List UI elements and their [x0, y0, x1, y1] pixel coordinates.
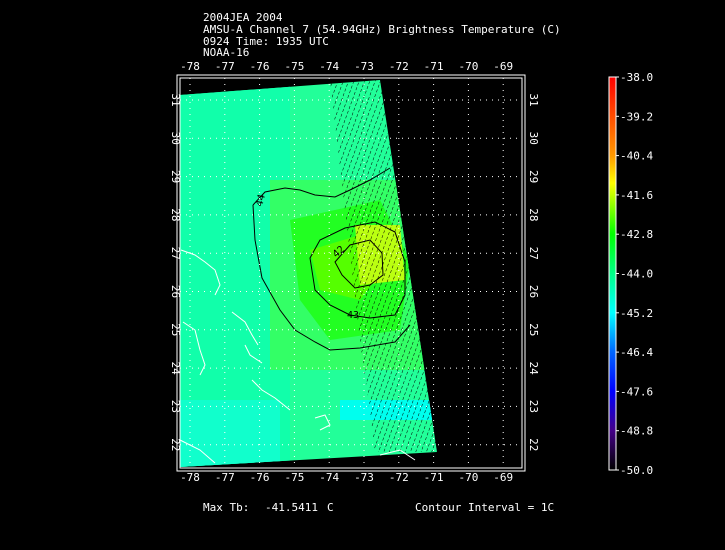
lon-tick-label: -77	[215, 471, 235, 484]
lat-tick-label: 28	[527, 208, 540, 221]
lat-tick-label: 26	[527, 285, 540, 298]
lat-tick-label: 24	[527, 361, 540, 375]
lat-tick-label: 27	[527, 247, 540, 260]
lat-tick-label: 27	[169, 247, 182, 260]
lat-tick-label: 30	[169, 132, 182, 145]
colorbar-tick-label: -42.8	[620, 228, 653, 241]
colorbar-tick-label: -38.0	[620, 71, 653, 84]
lon-tick-label: -69	[493, 471, 513, 484]
lon-tick-label: -77	[215, 60, 235, 73]
lon-tick-label: -73	[354, 60, 374, 73]
contour-label-43: 43	[347, 310, 359, 321]
lon-tick-label: -73	[354, 471, 374, 484]
colorbar-tick-label: -40.4	[620, 150, 653, 163]
lon-tick-label: -72	[389, 471, 409, 484]
lon-ticks-top: -78 -77 -76 -75 -74 -73 -72 -71 -70 -69	[180, 60, 513, 73]
lat-tick-label: 31	[527, 93, 540, 106]
colorbar-tick-label: -41.6	[620, 189, 653, 202]
max-tb-unit: C	[327, 501, 334, 514]
map-plot: 44 42 43 -78 -77 -76 -75 -74 -73 -72 -71 -70 -69 …	[169, 60, 653, 484]
colorbar-ticks: -38.0 -39.2 -40.4 -41.6 -42.8 -44.0 -45.2 -46.4…	[616, 71, 653, 477]
max-tb-value: -41.5411	[265, 501, 318, 514]
lat-tick-label: 29	[169, 170, 182, 183]
lat-tick-label: 22	[527, 438, 540, 451]
colorbar-tick-label: -45.2	[620, 307, 653, 320]
lat-tick-label: 26	[169, 285, 182, 298]
lat-tick-label: 31	[169, 93, 182, 106]
lat-tick-label: 30	[527, 132, 540, 145]
colorbar-tick-label: -50.0	[620, 464, 653, 477]
lon-tick-label: -70	[458, 60, 478, 73]
lat-tick-label: 24	[169, 361, 182, 375]
lat-tick-label: 23	[527, 400, 540, 413]
max-tb-label: Max Tb:	[203, 501, 250, 514]
lat-tick-label: 29	[527, 170, 540, 183]
lat-tick-label: 25	[527, 323, 540, 336]
lon-tick-label: -70	[458, 471, 478, 484]
colorbar-tick-label: -46.4	[620, 346, 653, 359]
lon-tick-label: -76	[250, 60, 270, 73]
lon-tick-label: -75	[284, 471, 304, 484]
lon-tick-label: -74	[319, 471, 339, 484]
lat-tick-label: 25	[169, 323, 182, 336]
colorbar-tick-label: -47.6	[620, 385, 653, 398]
lon-tick-label: -78	[180, 471, 200, 484]
colorbar-tick-label: -44.0	[620, 268, 653, 281]
lon-tick-label: -78	[180, 60, 200, 73]
colorbar	[608, 76, 617, 471]
lon-tick-label: -69	[493, 60, 513, 73]
lat-tick-label: 28	[169, 208, 182, 221]
lon-tick-label: -72	[389, 60, 409, 73]
lon-ticks-bottom: -78 -77 -76 -75 -74 -73 -72 -71 -70 -69	[180, 471, 513, 484]
lon-tick-label: -75	[284, 60, 304, 73]
lat-ticks-right: 31 30 29 28 27 26 25 24 23 22	[527, 93, 540, 451]
lon-tick-label: -76	[250, 471, 270, 484]
lon-tick-label: -71	[424, 471, 444, 484]
contour-interval: Contour Interval = 1C	[415, 501, 555, 514]
lon-tick-label: -74	[319, 60, 339, 73]
lat-tick-label: 23	[169, 400, 182, 413]
colorbar-tick-label: -39.2	[620, 110, 653, 123]
colorbar-tick-label: -48.8	[620, 425, 653, 438]
lon-tick-label: -71	[424, 60, 444, 73]
lat-tick-label: 22	[169, 438, 182, 451]
brightness-swath	[180, 80, 437, 467]
